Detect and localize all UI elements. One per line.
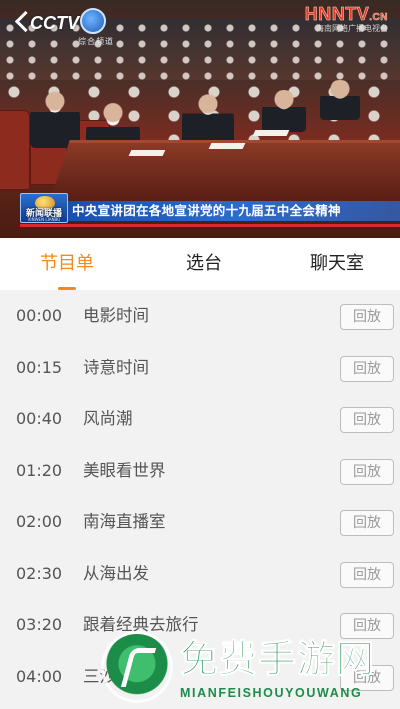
replay-button[interactable]: 回放 xyxy=(340,407,394,433)
watermark-logo-icon xyxy=(104,634,170,700)
document-paper xyxy=(252,130,290,136)
program-time: 03:20 xyxy=(16,615,63,634)
document-paper xyxy=(208,143,246,149)
headline-underline xyxy=(20,224,400,227)
news-badge-subtitle: XINWEN LIANBO xyxy=(27,217,61,222)
watermark-title: 免费手游网 xyxy=(179,637,376,682)
hnntv-domain: .CN xyxy=(369,12,388,24)
program-time: 02:00 xyxy=(16,512,63,531)
program-row[interactable]: 00:00 电影时间 回放 xyxy=(0,290,400,342)
program-title: 从海出发 xyxy=(83,563,149,583)
hnntv-watermark: HNNTV.CN 海南网络广播电视台 xyxy=(305,4,388,34)
news-headline-banner: 中央宣讲团在各地宣讲党的十九届五中全会精神 xyxy=(68,201,400,221)
program-title: 电影时间 xyxy=(83,306,149,325)
program-title: 诗意时间 xyxy=(83,357,149,377)
program-time: 02:30 xyxy=(16,563,63,583)
xinwen-lianbo-badge: 新闻联播 XINWEN LIANBO xyxy=(20,193,68,223)
program-time: 00:00 xyxy=(16,306,63,325)
hnntv-logo-text: HNNTV xyxy=(304,4,370,25)
front-desk xyxy=(50,140,400,200)
program-title: 风尚潮 xyxy=(83,409,133,428)
program-time: 01:20 xyxy=(16,460,63,480)
program-title: 美眼看世界 xyxy=(83,460,166,480)
tab-chatroom[interactable]: 聊天室 xyxy=(274,238,400,290)
attendee xyxy=(320,80,360,120)
tab-schedule[interactable]: 节目单 xyxy=(0,238,134,290)
replay-button[interactable]: 回放 xyxy=(340,458,394,485)
watermark-subtitle: MIANFEISHOUYOUWANG xyxy=(180,686,363,700)
cctv-globe-icon xyxy=(80,8,106,34)
replay-button[interactable]: 回放 xyxy=(340,561,394,588)
tab-bar: 节目单 选台 聊天室 xyxy=(0,238,400,290)
hnntv-logo: HNNTV.CN xyxy=(305,4,388,25)
site-watermark: 免费手游网 MIANFEISHOUYOUWANG xyxy=(104,634,400,709)
program-time: 00:15 xyxy=(16,357,63,377)
program-row[interactable]: 02:30 从海出发 回放 xyxy=(0,548,400,600)
program-row[interactable]: 00:15 诗意时间 回放 xyxy=(0,342,400,394)
cctv-logo-text: CCTV xyxy=(30,12,79,33)
channel-subtitle: 综合频道 xyxy=(78,37,114,46)
program-time: 00:40 xyxy=(16,409,63,428)
replay-button[interactable]: 回放 xyxy=(340,304,394,330)
replay-button[interactable]: 回放 xyxy=(340,355,394,382)
hnntv-subtitle: 海南网络广播电视台 xyxy=(316,24,388,33)
attendee xyxy=(262,90,306,132)
video-player[interactable]: CCTV 1 综合频道 HNNTV.CN 海南网络广播电视台 新闻联播 XINW… xyxy=(0,0,400,238)
tab-channel-select[interactable]: 选台 xyxy=(134,238,274,290)
program-row[interactable]: 01:20 美眼看世界 回放 xyxy=(0,445,400,497)
program-row[interactable]: 02:00 南海直播室 回放 xyxy=(0,496,400,548)
document-paper xyxy=(128,150,166,156)
replay-button[interactable]: 回放 xyxy=(340,510,394,536)
program-time: 04:00 xyxy=(16,666,63,686)
program-row[interactable]: 00:40 风尚潮 回放 xyxy=(0,393,400,445)
seat xyxy=(0,110,30,190)
player-top-bar: CCTV 1 综合频道 HNNTV.CN 海南网络广播电视台 xyxy=(0,0,400,46)
attendee xyxy=(30,88,80,148)
program-title: 南海直播室 xyxy=(83,512,166,531)
attendee xyxy=(182,92,234,146)
